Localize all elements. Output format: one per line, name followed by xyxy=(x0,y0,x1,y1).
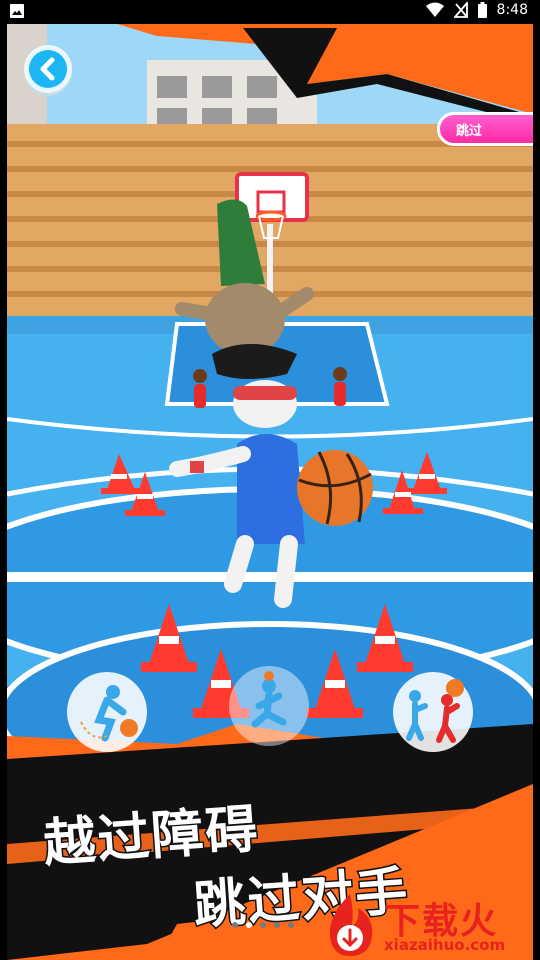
status-bar: 8:48 xyxy=(0,0,540,24)
dribble-player-icon xyxy=(80,685,138,742)
carousel-dot[interactable] xyxy=(260,922,266,928)
carousel-dot[interactable] xyxy=(288,922,294,928)
defender-left xyxy=(193,369,207,408)
chevron-left-icon xyxy=(40,57,55,81)
image-icon xyxy=(10,4,24,18)
back-button[interactable] xyxy=(24,45,72,93)
no-signal-icon xyxy=(453,2,468,18)
carousel-dot[interactable] xyxy=(274,922,280,928)
jump-player-icon xyxy=(251,671,287,728)
game-scene: 跳过 越过障碍 跳过对手 xyxy=(7,24,533,960)
flame-logo-icon xyxy=(329,894,373,956)
status-time: 8:48 xyxy=(496,2,528,18)
carousel-dot-active[interactable] xyxy=(246,922,252,928)
pass-opponent-icon xyxy=(406,679,464,743)
carousel-dot[interactable] xyxy=(232,922,238,928)
skip-button[interactable]: 跳过 xyxy=(437,112,533,146)
watermark: 下载火 xiazaihuo.com xyxy=(318,890,540,960)
mode-button-jump[interactable] xyxy=(229,666,309,746)
mode-button-dribble[interactable] xyxy=(67,672,147,752)
carousel-indicator xyxy=(232,922,294,928)
battery-icon xyxy=(477,2,487,18)
watermark-subtitle: xiazaihuo.com xyxy=(384,936,506,954)
skip-button-label: 跳过 xyxy=(456,124,483,139)
mode-button-pass[interactable] xyxy=(393,672,473,752)
defender-right xyxy=(333,367,347,406)
wifi-icon xyxy=(425,2,444,17)
